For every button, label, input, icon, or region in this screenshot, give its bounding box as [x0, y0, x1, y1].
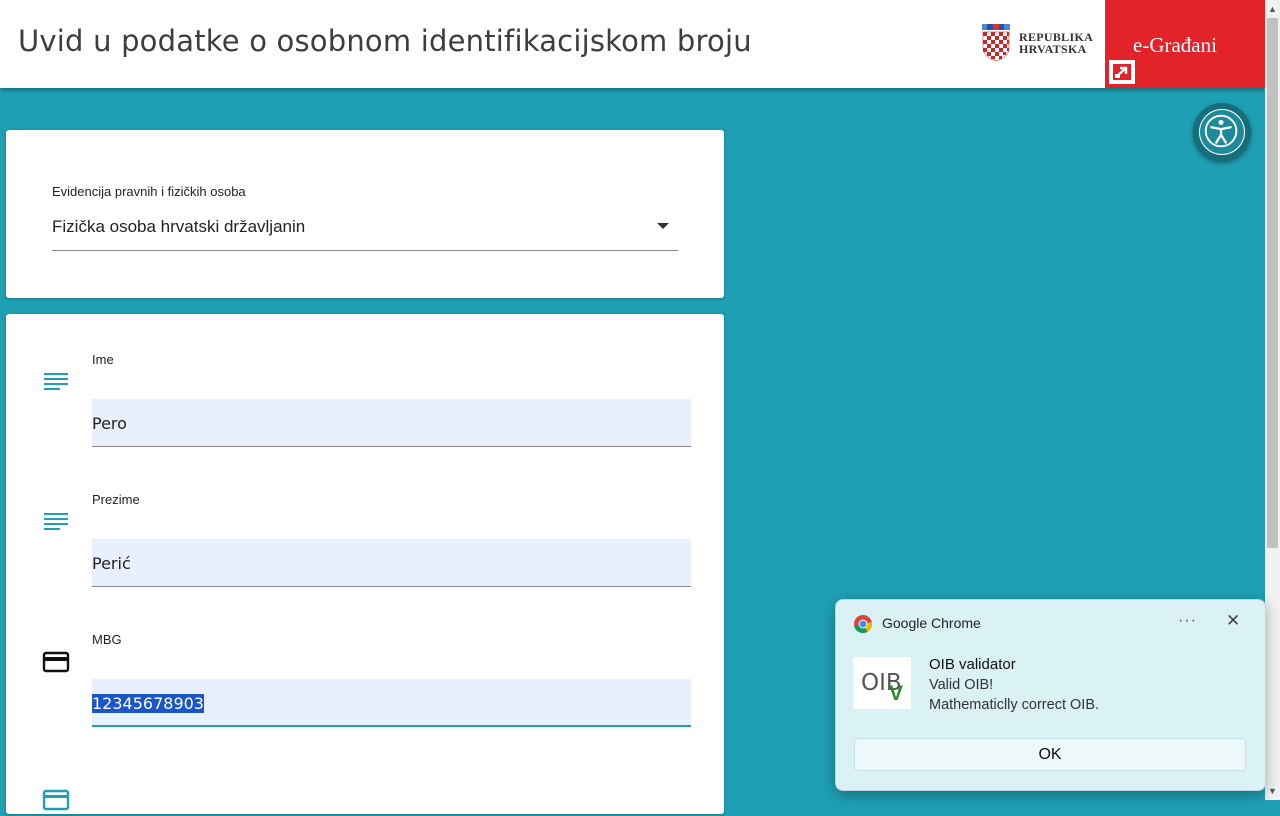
scroll-thumb[interactable]: [1267, 18, 1278, 548]
ok-button[interactable]: OK: [854, 738, 1246, 771]
notification-message-line2: Mathematiclly correct OIB.: [929, 697, 1100, 713]
dropdown-arrow-icon[interactable]: [657, 223, 669, 229]
ime-label: Ime: [92, 352, 114, 367]
mbg-value: 12345678903: [92, 694, 204, 713]
close-icon[interactable]: ✕: [1226, 611, 1240, 631]
page-scrollbar[interactable]: ▲ ▼: [1265, 0, 1280, 800]
ime-value: Pero: [92, 414, 127, 433]
oib-validator-logo: OIB V: [853, 657, 911, 709]
logo-line2: HRVATSKA: [1019, 42, 1087, 56]
ime-input[interactable]: Pero: [92, 399, 691, 447]
text-lines-icon: [44, 373, 68, 390]
person-type-select[interactable]: Fizička osoba hrvatski državljanin: [52, 217, 305, 237]
republika-hrvatska-logo[interactable]: REPUBLIKA HRVATSKA: [980, 24, 1093, 62]
notification-title: OIB validator: [929, 656, 1016, 673]
person-data-card: Ime Pero Prezime Perić MBG 12345678903: [6, 314, 724, 814]
notification-app-name: Google Chrome: [882, 615, 981, 631]
text-lines-icon: [44, 513, 68, 530]
more-options-icon[interactable]: ···: [1178, 612, 1197, 630]
egradjani-link[interactable]: e-Građani: [1105, 0, 1265, 88]
prezime-input[interactable]: Perić: [92, 539, 691, 587]
mbg-input[interactable]: 12345678903: [92, 679, 691, 727]
chrome-notification: Google Chrome ··· ✕ OIB V OIB validator …: [835, 599, 1266, 791]
person-type-card: Evidencija pravnih i fizičkih osoba Fizi…: [6, 130, 724, 298]
credit-card-icon: [42, 789, 70, 811]
person-type-label: Evidencija pravnih i fizičkih osoba: [52, 184, 246, 199]
chrome-icon: [854, 615, 873, 634]
prezime-label: Prezime: [92, 492, 140, 507]
croatian-coat-of-arms-icon: [982, 24, 1010, 62]
prezime-value: Perić: [92, 554, 131, 573]
page-header: Uvid u podatke o osobnom identifikacijsk…: [0, 0, 1265, 88]
external-link-icon: [1109, 60, 1135, 84]
scroll-up-arrow-icon[interactable]: ▲: [1268, 4, 1277, 14]
accessibility-icon: [1199, 109, 1245, 155]
mbg-label: MBG: [92, 632, 122, 647]
republika-hrvatska-text: REPUBLIKA HRVATSKA: [1019, 31, 1093, 55]
notification-message-line1: Valid OIB!: [929, 677, 994, 693]
accessibility-button[interactable]: [1193, 103, 1251, 161]
scroll-down-arrow-icon[interactable]: ▼: [1268, 786, 1277, 796]
credit-card-icon: [42, 651, 70, 673]
oib-logo-check: V: [889, 682, 904, 705]
select-underline: [52, 250, 678, 251]
page-title: Uvid u podatke o osobnom identifikacijsk…: [18, 24, 752, 58]
egradjani-label: e-Građani: [1133, 33, 1217, 57]
